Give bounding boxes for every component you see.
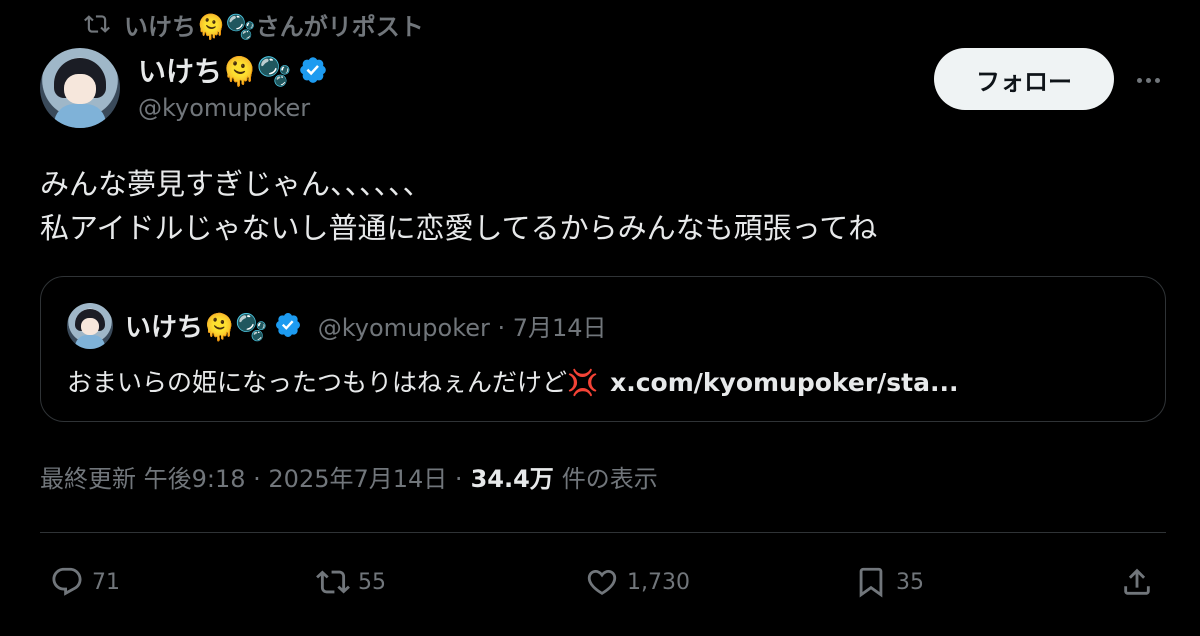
- more-options-icon[interactable]: [1130, 66, 1166, 94]
- repost-button[interactable]: 55: [316, 558, 386, 606]
- quoted-author-name: いけち🫠🫧: [125, 312, 268, 343]
- repost-indicator[interactable]: いけち🫠🫧さんがリポスト: [84, 8, 424, 41]
- repost-count: 55: [358, 569, 386, 595]
- quoted-author-avatar: [67, 303, 113, 349]
- views-count: 34.4万: [470, 464, 554, 493]
- repost-text: いけち🫠🫧さんがリポスト: [124, 12, 424, 41]
- like-button[interactable]: 1,730: [585, 558, 690, 606]
- reply-icon: [52, 567, 82, 596]
- divider: [40, 532, 1166, 533]
- quoted-tweet-text-row: おまいらの姫になったつもりはねぇんだけど💢 x.com/kyomupoker/s…: [67, 363, 958, 399]
- share-icon: [1124, 568, 1150, 595]
- reply-count: 71: [92, 569, 120, 595]
- action-bar: 71 55 1,730 35: [40, 558, 1166, 606]
- author-handle[interactable]: @kyomupoker: [138, 94, 310, 122]
- quoted-tweet-header: いけち🫠🫧 @kyomupoker · 7月14日: [125, 305, 607, 345]
- tweet-text-line: みんな夢見すぎじゃん、、、、、、: [40, 167, 432, 201]
- quoted-tweet-text: おまいらの姫になったつもりはねぇんだけど💢: [67, 368, 599, 397]
- follow-button[interactable]: フォロー: [934, 48, 1114, 110]
- verified-badge-icon: [299, 57, 326, 83]
- repost-icon: [84, 15, 110, 33]
- bookmark-icon: [859, 567, 883, 598]
- author-avatar[interactable]: [40, 48, 120, 128]
- author-name[interactable]: いけち🫠🫧: [138, 50, 292, 90]
- share-button[interactable]: [1120, 558, 1154, 606]
- views-label: 件の表示: [561, 464, 658, 493]
- verified-badge-icon: [275, 313, 300, 337]
- author-name-row[interactable]: いけち🫠🫧: [138, 48, 328, 92]
- heart-icon: [587, 569, 617, 595]
- tweet-text-line: 私アイドルじゃないし普通に恋愛してるからみんなも頑張ってね: [40, 211, 878, 245]
- tweet-timestamp[interactable]: 最終更新 午後9:18 · 2025年7月14日 ·: [40, 459, 463, 494]
- quoted-tweet-meta: @kyomupoker · 7月14日: [317, 313, 607, 342]
- bookmark-count: 35: [896, 569, 924, 595]
- like-count: 1,730: [627, 569, 690, 595]
- tweet-meta: 最終更新 午後9:18 · 2025年7月14日 · 34.4万 件の表示: [40, 458, 658, 494]
- repost-icon: [316, 570, 350, 594]
- bookmark-button[interactable]: 35: [854, 558, 924, 606]
- tweet-text: みんな夢見すぎじゃん、、、、、、 私アイドルじゃないし普通に恋愛してるからみんな…: [40, 162, 1160, 250]
- quoted-tweet-card[interactable]: いけち🫠🫧 @kyomupoker · 7月14日 おまいらの姫になったつもりは…: [40, 276, 1166, 422]
- reply-button[interactable]: 71: [50, 558, 120, 606]
- quoted-tweet-link[interactable]: x.com/kyomupoker/sta...: [610, 368, 958, 397]
